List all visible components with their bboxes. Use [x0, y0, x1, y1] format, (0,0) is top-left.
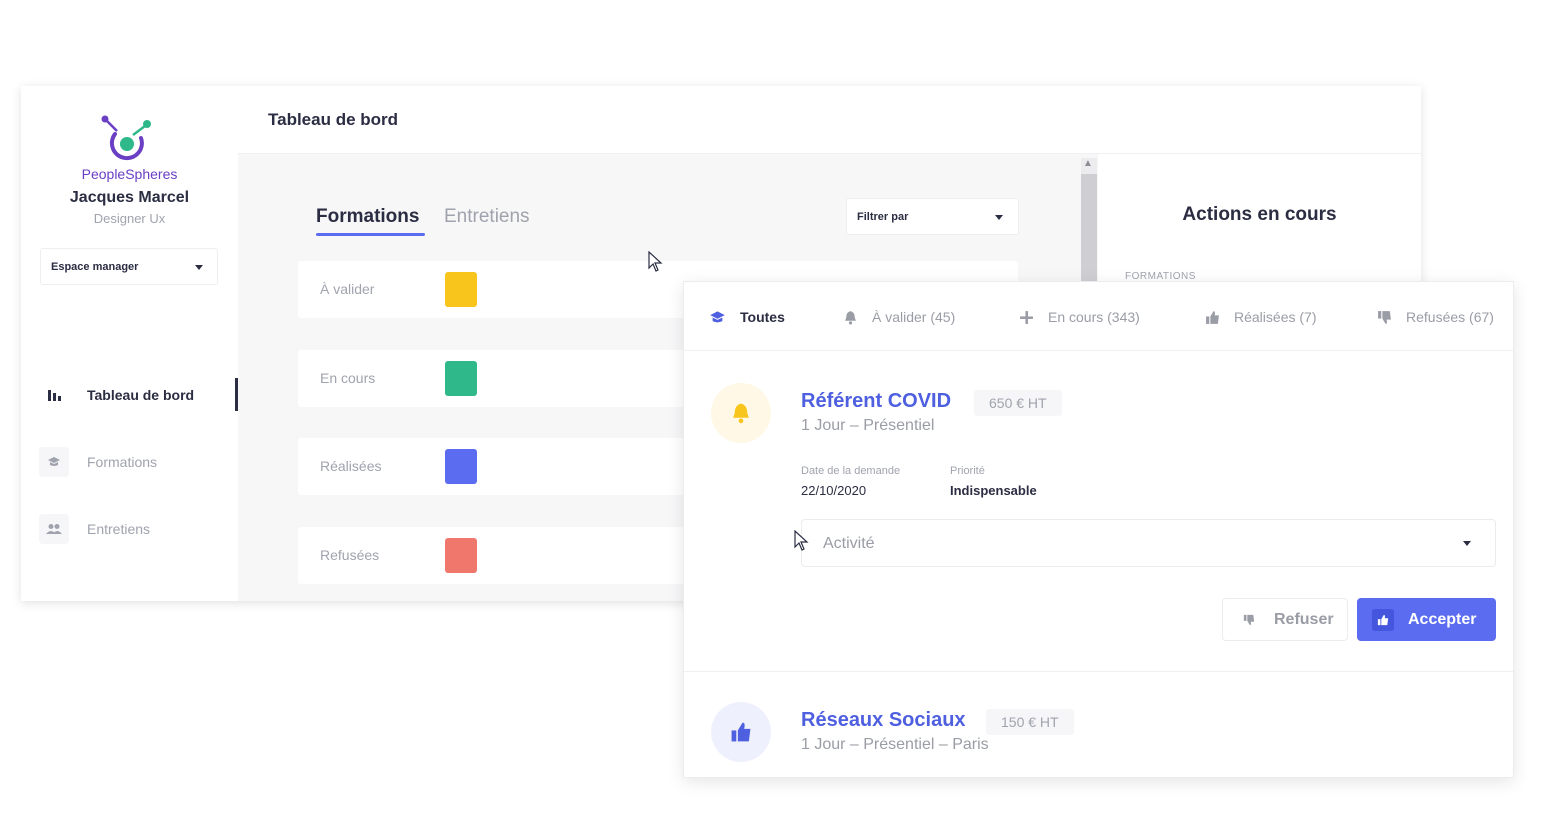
- user-role: Designer Ux: [93, 211, 166, 226]
- bar-chart-icon: [39, 380, 69, 410]
- accept-button-label: Accepter: [1408, 610, 1477, 628]
- sidebar-item-formations[interactable]: Formations: [39, 442, 238, 482]
- item-subtitle: 1 Jour – Présentiel – Paris: [801, 736, 989, 753]
- accept-button[interactable]: Accepter: [1357, 598, 1496, 641]
- tab-entretiens[interactable]: Entretiens: [444, 206, 530, 228]
- date-value: 22/10/2020: [801, 483, 867, 498]
- chevron-down-icon: [195, 264, 203, 270]
- tab-a-valider[interactable]: À valider (45): [843, 307, 955, 327]
- thumbs-down-icon: [1377, 310, 1392, 325]
- sidebar-item-tableau-de-bord[interactable]: Tableau de bord: [39, 375, 238, 415]
- item-title[interactable]: Référent COVID: [801, 390, 951, 413]
- sidebar-item-label: Entretiens: [87, 521, 151, 537]
- status-row-label: Refusées: [320, 547, 380, 563]
- sidebar-item-label: Formations: [87, 454, 158, 470]
- plus-icon: [1019, 310, 1034, 325]
- activity-placeholder: Activité: [823, 535, 875, 552]
- date-label: Date de la demande: [801, 465, 901, 477]
- bell-icon: [843, 310, 858, 325]
- tab-formations[interactable]: Formations: [316, 206, 419, 228]
- item-status-avatar: [711, 383, 771, 443]
- status-color-swatch: [445, 272, 477, 307]
- page-title: Tableau de bord: [268, 110, 399, 129]
- sidebar-item-label: Tableau de bord: [87, 387, 195, 403]
- item-subtitle: 1 Jour – Présentiel: [801, 417, 935, 434]
- sidebar: PeopleSpheres Jacques Marcel Designer Ux…: [21, 86, 238, 601]
- item-status-avatar: [711, 702, 771, 762]
- status-row-label: Réalisées: [320, 458, 382, 474]
- bell-icon: [733, 403, 749, 424]
- actions-panel-title: Actions en cours: [1182, 204, 1337, 225]
- status-row-label: À valider: [320, 281, 375, 297]
- refuse-button[interactable]: Refuser: [1222, 598, 1348, 641]
- brand-name: PeopleSpheres: [81, 166, 178, 182]
- tab-label: Toutes: [740, 309, 785, 325]
- users-icon: [39, 514, 69, 544]
- graduation-cap-icon: [709, 310, 726, 325]
- tabs-divider: [684, 350, 1513, 351]
- tab-realisees[interactable]: Réalisées (7): [1205, 307, 1316, 327]
- status-color-swatch: [445, 449, 477, 484]
- tab-en-cours[interactable]: En cours (343): [1019, 307, 1140, 327]
- filter-select[interactable]: Filtrer par: [846, 198, 1019, 235]
- status-color-swatch: [445, 538, 477, 573]
- tab-label: Refusées (67): [1406, 309, 1494, 325]
- space-select-value: Espace manager: [51, 260, 139, 273]
- tab-refusees[interactable]: Refusées (67): [1377, 307, 1494, 327]
- price-badge: 150 € HT: [986, 709, 1074, 735]
- status-row-label: En cours: [320, 370, 376, 386]
- thumbs-up-icon: [1372, 608, 1394, 631]
- mouse-cursor-icon: [648, 251, 663, 272]
- user-name: Jacques Marcel: [69, 189, 190, 206]
- scroll-up-icon[interactable]: ▲: [1083, 158, 1093, 169]
- space-select[interactable]: Espace manager: [40, 248, 218, 285]
- scrollbar-thumb[interactable]: [1081, 174, 1097, 294]
- chevron-down-icon: [1463, 541, 1471, 546]
- item-divider: [684, 671, 1513, 672]
- tab-label: En cours (343): [1048, 309, 1140, 325]
- tab-toutes[interactable]: Toutes: [709, 307, 785, 327]
- mouse-cursor-icon: [794, 530, 809, 551]
- priority-value: Indispensable: [950, 483, 1037, 498]
- thumbs-up-icon: [1205, 310, 1220, 325]
- filter-select-value: Filtrer par: [857, 210, 909, 223]
- tab-label: À valider (45): [872, 309, 956, 325]
- priority-label: Priorité: [950, 465, 985, 477]
- thumbs-up-icon: [731, 722, 751, 742]
- price-badge: 650 € HT: [974, 390, 1062, 416]
- item-title[interactable]: Réseaux Sociaux: [801, 709, 966, 732]
- chevron-down-icon: [995, 214, 1003, 220]
- active-tab-underline: [316, 233, 425, 236]
- active-nav-indicator: [235, 378, 238, 411]
- activity-select[interactable]: Activité: [801, 519, 1496, 567]
- status-color-swatch: [445, 361, 477, 396]
- graduation-cap-icon: [39, 447, 69, 477]
- sidebar-item-entretiens[interactable]: Entretiens: [39, 509, 238, 549]
- peoplespheres-logo: [101, 115, 151, 161]
- tab-label: Réalisées (7): [1234, 309, 1317, 325]
- top-bar: Tableau de bord: [238, 86, 1421, 154]
- refuse-button-label: Refuser: [1274, 610, 1334, 628]
- thumbs-down-icon: [1238, 609, 1260, 631]
